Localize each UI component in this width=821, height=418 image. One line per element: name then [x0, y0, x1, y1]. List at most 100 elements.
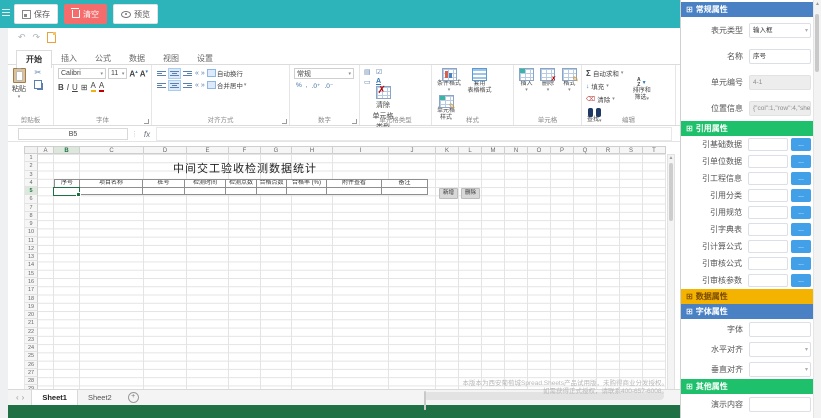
ref-more-button[interactable]: ...: [791, 223, 811, 236]
delete-row-button[interactable]: 删除: [461, 188, 480, 199]
ref-field-input[interactable]: [748, 223, 788, 236]
row-header-22[interactable]: 22: [24, 328, 38, 336]
clear-button-ribbon[interactable]: ⌫清除▾: [586, 94, 623, 104]
delete-cells-button[interactable]: ✗ 删除▾: [540, 68, 555, 92]
ref-field-input[interactable]: [748, 155, 788, 168]
row-header-12[interactable]: 12: [24, 245, 38, 253]
font-color-icon[interactable]: A: [99, 82, 104, 92]
ribbon-tab[interactable]: 设置: [188, 50, 222, 68]
grow-font-icon[interactable]: A▴: [129, 69, 137, 79]
font-size-select[interactable]: 11▾: [108, 68, 127, 79]
column-header-L[interactable]: L: [459, 146, 482, 154]
sheet-nav-arrows[interactable]: ‹›: [8, 393, 31, 402]
align-center-icon[interactable]: [169, 81, 180, 90]
underline-icon[interactable]: U: [72, 83, 78, 92]
row-header-16[interactable]: 16: [24, 278, 38, 286]
horizontal-align-select[interactable]: [749, 342, 811, 357]
save-button[interactable]: 保存: [14, 4, 58, 24]
insert-cells-button[interactable]: 插入▾: [519, 68, 534, 92]
section-other-properties[interactable]: ⊞ 其他属性: [681, 379, 814, 394]
paste-button[interactable]: 粘贴▾: [12, 68, 26, 99]
column-header-P[interactable]: P: [551, 146, 574, 154]
format-as-table-button[interactable]: 套用表格格式: [467, 68, 491, 95]
font-name-select[interactable]: Calibri▾: [58, 68, 106, 79]
comma-icon[interactable]: ,: [306, 82, 308, 90]
horizontal-scroll-thumb[interactable]: [424, 391, 426, 410]
button-cell-icon[interactable]: ▭: [364, 78, 374, 86]
fill-button[interactable]: ↓填充▾: [586, 81, 623, 91]
ref-more-button[interactable]: ...: [791, 274, 811, 287]
ribbon-tab[interactable]: 插入: [52, 50, 86, 68]
align-top-icon[interactable]: [156, 69, 167, 78]
column-header-F[interactable]: F: [229, 146, 261, 154]
row-header-19[interactable]: 19: [24, 303, 38, 311]
table-cell[interactable]: [142, 187, 185, 196]
row-header-1[interactable]: 1: [24, 154, 38, 162]
column-header-Q[interactable]: Q: [574, 146, 597, 154]
panel-scrollbar[interactable]: ▲: [813, 0, 821, 418]
selected-cell[interactable]: [53, 187, 80, 196]
section-reference-properties[interactable]: ⊞ 引用属性: [681, 121, 814, 136]
column-header-R[interactable]: R: [597, 146, 620, 154]
row-header-8[interactable]: 8: [24, 212, 38, 220]
row-header-9[interactable]: 9: [24, 220, 38, 228]
ref-field-input[interactable]: [748, 240, 788, 253]
spreadsheet-grid[interactable]: 中间交工验收检测数据统计 序号项目名称桩号检测时间检测点数合格点数合格率 (%)…: [38, 154, 666, 394]
clear-button[interactable]: 清空: [64, 4, 107, 24]
column-header-S[interactable]: S: [620, 146, 643, 154]
dialog-launcher-icon[interactable]: [144, 119, 149, 124]
scroll-up-icon[interactable]: ▲: [668, 155, 674, 162]
column-header-C[interactable]: C: [80, 146, 144, 154]
cell-name-box[interactable]: B5: [18, 128, 128, 140]
ref-field-input[interactable]: [748, 138, 788, 151]
column-header-M[interactable]: M: [482, 146, 505, 154]
checkbox-cell-icon[interactable]: ☑: [376, 68, 386, 76]
sheet-tab[interactable]: Sheet2: [78, 390, 122, 405]
row-header-6[interactable]: 6: [24, 195, 38, 203]
column-header-T[interactable]: T: [643, 146, 666, 154]
column-header-N[interactable]: N: [505, 146, 528, 154]
font-input[interactable]: [749, 322, 811, 337]
ref-field-input[interactable]: [748, 257, 788, 270]
autosum-button[interactable]: Σ自动求和▾: [586, 68, 623, 78]
format-cells-button[interactable]: ✎ 格式▾: [562, 68, 577, 92]
undo-icon[interactable]: ↶: [18, 32, 26, 43]
align-right-icon[interactable]: [182, 81, 193, 90]
row-header-21[interactable]: 21: [24, 319, 38, 327]
fx-icon[interactable]: fx: [141, 130, 153, 139]
sheet-tab[interactable]: Sheet1: [31, 390, 78, 405]
column-header-I[interactable]: I: [333, 146, 389, 154]
name-input[interactable]: 序号: [749, 49, 811, 64]
ref-field-input[interactable]: [748, 274, 788, 287]
ribbon-tab[interactable]: 开始: [16, 50, 52, 68]
shrink-font-icon[interactable]: A▾: [140, 69, 148, 79]
row-header-17[interactable]: 17: [24, 286, 38, 294]
ref-more-button[interactable]: ...: [791, 206, 811, 219]
number-format-select[interactable]: 常规▾: [294, 68, 354, 79]
align-left-icon[interactable]: [156, 81, 167, 90]
row-header-7[interactable]: 7: [24, 204, 38, 212]
ref-field-input[interactable]: [748, 189, 788, 202]
scroll-up-icon[interactable]: ▲: [814, 0, 821, 9]
row-header-15[interactable]: 15: [24, 270, 38, 278]
clear-cell-type-button[interactable]: ✗ 清除 单元格 类型: [364, 86, 402, 132]
section-general-properties[interactable]: ⊞ 常规属性: [681, 2, 814, 17]
row-header-2[interactable]: 2: [24, 162, 38, 170]
row-header-13[interactable]: 13: [24, 253, 38, 261]
sheet-title-cell[interactable]: 中间交工验收检测数据统计: [54, 160, 436, 176]
section-font-properties[interactable]: ⊞ 字体属性: [681, 304, 814, 319]
merge-center-button[interactable]: 合并居中▾: [207, 80, 247, 90]
table-cell[interactable]: [225, 187, 257, 196]
ref-field-input[interactable]: [748, 172, 788, 185]
redo-icon[interactable]: ↷: [33, 32, 41, 43]
column-header-J[interactable]: J: [389, 146, 436, 154]
dialog-launcher-icon[interactable]: [352, 119, 357, 124]
fill-color-icon[interactable]: A: [91, 82, 96, 92]
table-cell[interactable]: [184, 187, 226, 196]
add-row-button[interactable]: 新增: [439, 188, 458, 199]
ribbon-tab[interactable]: 公式: [86, 50, 120, 68]
decrease-indent-icon[interactable]: «: [195, 70, 199, 77]
bold-icon[interactable]: B: [58, 83, 64, 92]
table-cell[interactable]: [256, 187, 287, 196]
borders-icon[interactable]: ⊞: [81, 83, 88, 92]
